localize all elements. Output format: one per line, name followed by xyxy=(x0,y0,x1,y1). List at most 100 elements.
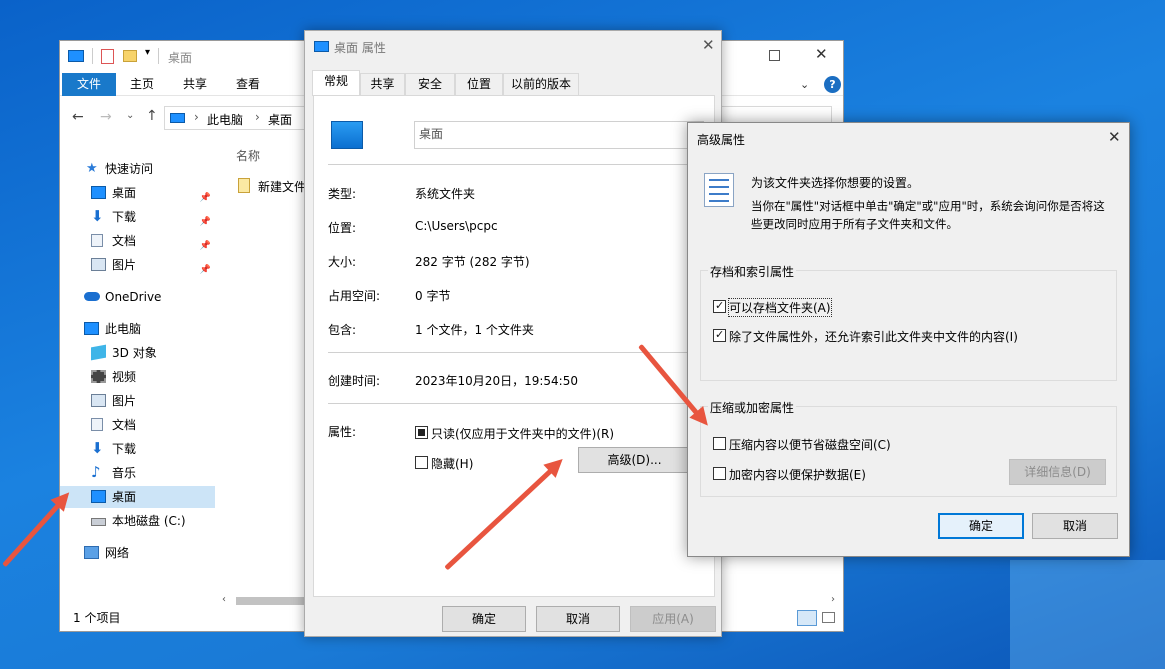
nav-documents[interactable]: 文档 xyxy=(60,414,215,436)
contains-label: 包含: xyxy=(328,323,357,337)
download-icon: ⬇ xyxy=(91,207,104,225)
created-value: 2023年10月20日，19:54:50 xyxy=(415,374,578,388)
tab-file[interactable]: 文件 xyxy=(62,73,116,96)
desktop-window-logo xyxy=(1010,560,1165,669)
back-icon[interactable]: ← xyxy=(72,109,84,125)
nav-quick-access[interactable]: ★ 快速访问 xyxy=(60,158,215,180)
cancel-button[interactable]: 取消 xyxy=(536,606,620,632)
nav-downloads[interactable]: ⬇ 下载 xyxy=(60,438,215,460)
ok-button[interactable]: 确定 xyxy=(442,606,526,632)
scroll-right-icon[interactable]: › xyxy=(831,594,835,605)
apply-button[interactable]: 应用(A) xyxy=(630,606,716,632)
annotation-arrow-desktop xyxy=(2,498,65,568)
properties-quick-icon[interactable] xyxy=(101,49,114,64)
nav-local-disk[interactable]: 本地磁盘 (C:) xyxy=(60,510,215,532)
close-icon[interactable]: ✕ xyxy=(1108,128,1121,146)
nav-network[interactable]: 网络 xyxy=(60,542,215,564)
hidden-checkbox[interactable] xyxy=(415,456,428,469)
nav-desktop[interactable]: 桌面 xyxy=(60,486,215,508)
tab-sharing[interactable]: 共享 xyxy=(360,73,405,95)
tab-general[interactable]: 常规 xyxy=(312,70,360,96)
nav-qa-documents[interactable]: 文档 📌 xyxy=(60,230,215,252)
nav-qa-downloads[interactable]: ⬇ 下载 📌 xyxy=(60,206,215,228)
cancel-button[interactable]: 取消 xyxy=(1032,513,1118,539)
description-line-2: 些更改同时应用于所有子文件夹和文件。 xyxy=(751,217,958,231)
maximize-icon[interactable] xyxy=(769,50,780,61)
up-icon[interactable]: ↑ xyxy=(146,108,158,124)
compress-encrypt-group-title: 压缩或加密属性 xyxy=(708,399,797,416)
forward-icon[interactable]: → xyxy=(100,109,112,125)
ok-button[interactable]: 确定 xyxy=(938,513,1024,539)
pictures-icon xyxy=(91,394,106,407)
archive-index-group xyxy=(700,270,1117,381)
tab-home[interactable]: 主页 xyxy=(120,73,164,96)
ribbon-expand-icon[interactable]: ⌄ xyxy=(800,78,809,91)
tab-view[interactable]: 查看 xyxy=(226,73,270,96)
size-value: 282 字节 (282 字节) xyxy=(415,255,530,269)
nav-this-pc[interactable]: 此电脑 xyxy=(60,318,215,340)
nav-qa-pictures[interactable]: 图片 📌 xyxy=(60,254,215,276)
close-icon[interactable]: ✕ xyxy=(702,36,715,54)
nav-onedrive[interactable]: OneDrive xyxy=(60,286,215,308)
nav-music[interactable]: ♪ 音乐 xyxy=(60,462,215,484)
nav-qa-desktop[interactable]: 桌面 📌 xyxy=(60,182,215,204)
details-view-icon[interactable] xyxy=(797,610,817,626)
breadcrumb-desktop[interactable]: 桌面 xyxy=(268,111,292,128)
properties-dialog: 桌面 属性 ✕ 常规 共享 安全 位置 以前的版本 桌面 类型: 系统文件夹 位… xyxy=(304,30,722,637)
breadcrumb-this-pc[interactable]: 此电脑 xyxy=(207,111,243,128)
created-label: 创建时间: xyxy=(328,374,381,388)
readonly-checkbox[interactable] xyxy=(415,426,428,439)
pin-icon[interactable]: 📌 xyxy=(200,259,211,281)
desktop-icon xyxy=(314,41,329,52)
disk-size-label: 占用空间: xyxy=(328,289,381,303)
archive-checkbox[interactable] xyxy=(713,299,726,313)
type-value: 系统文件夹 xyxy=(415,187,476,201)
computer-icon xyxy=(170,113,185,123)
index-checkbox[interactable] xyxy=(713,328,726,342)
name-field[interactable]: 桌面 xyxy=(414,121,704,149)
new-folder-quick-icon[interactable] xyxy=(123,50,137,62)
nav-3d-objects[interactable]: 3D 对象 xyxy=(60,342,215,364)
hidden-label: 隐藏(H) xyxy=(431,457,474,471)
column-header-name[interactable]: 名称 xyxy=(236,147,260,164)
properties-title: 桌面 属性 xyxy=(334,41,386,55)
description-line-1: 当你在"属性"对话框中单击"确定"或"应用"时，系统会询问你是否将这 xyxy=(751,199,1105,213)
encrypt-checkbox[interactable] xyxy=(713,467,726,480)
contains-value: 1 个文件，1 个文件夹 xyxy=(415,323,534,337)
item-count: 1 个项目 xyxy=(73,611,121,625)
desktop-folder-icon xyxy=(68,50,84,62)
star-icon: ★ xyxy=(86,161,98,176)
attributes-label: 属性: xyxy=(328,425,357,439)
details-button[interactable]: 详细信息(D) xyxy=(1009,459,1106,485)
customize-toolbar-icon[interactable]: ▾ xyxy=(145,47,150,58)
nav-videos[interactable]: 视频 xyxy=(60,366,215,388)
tab-security[interactable]: 安全 xyxy=(405,73,455,95)
film-icon xyxy=(91,370,106,383)
desktop-icon xyxy=(91,490,106,503)
encrypt-label: 加密内容以便保护数据(E) xyxy=(729,468,866,482)
tab-previous-versions[interactable]: 以前的版本 xyxy=(503,73,579,95)
advanced-attributes-dialog: 高级属性 ✕ 为该文件夹选择你想要的设置。 当你在"属性"对话框中单击"确定"或… xyxy=(687,122,1130,557)
cloud-icon xyxy=(84,292,100,301)
close-icon[interactable]: ✕ xyxy=(815,45,828,63)
help-icon[interactable]: ? xyxy=(824,76,841,93)
network-icon xyxy=(84,546,99,559)
location-value: C:\Users\pcpc xyxy=(415,219,498,233)
nav-pictures[interactable]: 图片 xyxy=(60,390,215,412)
pictures-icon xyxy=(91,258,106,271)
recent-locations-icon[interactable]: ⌄ xyxy=(126,110,134,121)
tab-share[interactable]: 共享 xyxy=(173,73,217,96)
cube-icon xyxy=(91,344,106,361)
location-label: 位置: xyxy=(328,221,357,235)
scroll-left-icon[interactable]: ‹ xyxy=(222,594,226,605)
readonly-label: 只读(仅应用于文件夹中的文件)(R) xyxy=(431,427,615,441)
type-label: 类型: xyxy=(328,187,357,201)
file-icon xyxy=(238,178,250,193)
download-icon: ⬇ xyxy=(91,439,104,457)
tab-location[interactable]: 位置 xyxy=(455,73,503,95)
large-icons-view-icon[interactable] xyxy=(822,612,835,623)
advanced-button[interactable]: 高级(D)... xyxy=(578,447,691,473)
general-panel: 桌面 类型: 系统文件夹 位置: C:\Users\pcpc 大小: 282 字… xyxy=(313,95,715,597)
compress-checkbox[interactable] xyxy=(713,437,726,450)
music-icon: ♪ xyxy=(91,463,101,481)
